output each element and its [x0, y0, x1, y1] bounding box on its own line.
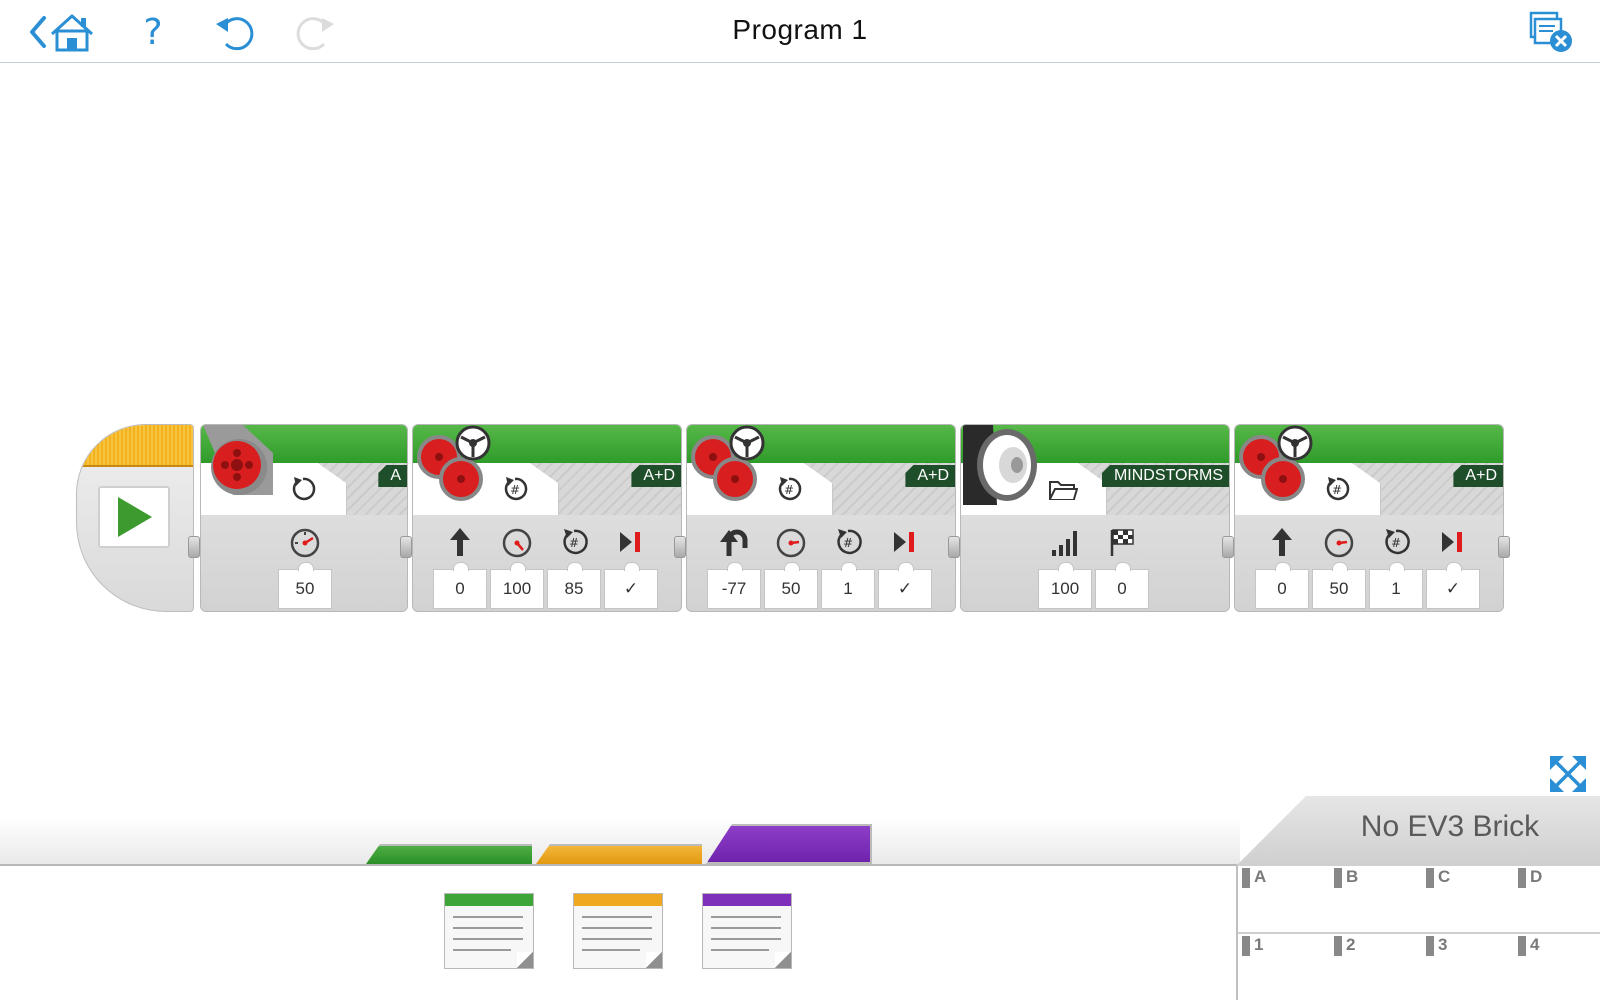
help-button[interactable]: ?: [136, 11, 170, 53]
steering-straight-icon: [443, 525, 477, 559]
steering-input[interactable]: 0: [433, 562, 487, 609]
start-play-button[interactable]: [98, 486, 170, 548]
start-block-header: [77, 425, 193, 467]
brake-icon: [887, 525, 921, 559]
action-tab[interactable]: [366, 844, 532, 864]
block-connector: [674, 536, 686, 558]
speaker-icon: [963, 425, 1037, 505]
speedometer-icon: [774, 525, 808, 559]
brick-status-label: No EV3 Brick: [1360, 810, 1540, 843]
rotations-count-icon: #: [831, 525, 865, 559]
block-connector: [188, 536, 200, 558]
flow-tab[interactable]: [536, 844, 702, 864]
port-label[interactable]: A+D: [631, 465, 681, 487]
medium-motor-block[interactable]: A 50: [200, 424, 408, 612]
play-type-flag-icon: [1105, 525, 1139, 559]
brake-toggle[interactable]: ✓: [878, 562, 932, 609]
param-icons: [201, 521, 407, 563]
block-header: # A+D: [413, 425, 681, 515]
back-home-button[interactable]: [28, 12, 98, 52]
steering-motors-icon: [417, 425, 491, 501]
svg-text:#: #: [1391, 536, 1401, 550]
volume-icon: [1048, 525, 1082, 559]
sensor-port-1[interactable]: 1: [1240, 936, 1263, 956]
speedometer-icon: [288, 525, 322, 559]
move-steering-block[interactable]: # A+D: [1234, 424, 1504, 612]
svg-text:#: #: [784, 483, 794, 497]
brake-icon: [613, 525, 647, 559]
speedometer-icon: [1322, 525, 1356, 559]
help-icon: ?: [143, 11, 163, 53]
block-header: A: [201, 425, 407, 515]
power-input[interactable]: 50: [278, 562, 332, 609]
param-values: 50: [201, 562, 407, 609]
close-project-icon: [1529, 11, 1572, 52]
power-input[interactable]: 50: [764, 562, 818, 609]
back-arrow-icon: [30, 14, 94, 52]
svg-text:#: #: [843, 536, 853, 550]
rotations-count-icon: #: [1379, 525, 1413, 559]
steering-input[interactable]: 0: [1255, 562, 1309, 609]
close-project-button[interactable]: [1526, 11, 1576, 52]
power-input[interactable]: 50: [1312, 562, 1366, 609]
svg-text:#: #: [1332, 483, 1342, 497]
block-connector: [400, 536, 412, 558]
move-steering-block[interactable]: # A+D: [412, 424, 682, 612]
variable-block-green[interactable]: [444, 893, 534, 969]
palette-tab-strip: [0, 818, 1240, 866]
block-connector: [948, 536, 960, 558]
steering-motors-icon: [1239, 425, 1313, 501]
motor-port-d[interactable]: D: [1516, 868, 1542, 888]
svg-text:#: #: [569, 536, 579, 550]
rotations-count-icon: #: [557, 525, 591, 559]
sensor-port-3[interactable]: 3: [1424, 936, 1447, 956]
port-label[interactable]: A+D: [1453, 465, 1503, 487]
variable-block-orange[interactable]: [573, 893, 663, 969]
app-window: ? Program 1 A 50 # A+D # 0 100 85 ✓ # A+…: [0, 0, 1600, 1000]
speedometer-icon: [500, 525, 534, 559]
program-title: Program 1: [732, 14, 868, 45]
brake-toggle[interactable]: ✓: [1426, 562, 1480, 609]
start-block[interactable]: [76, 424, 194, 612]
sound-file-label[interactable]: MINDSTORMS: [1101, 465, 1229, 487]
block-connector: [1498, 536, 1510, 558]
port-label[interactable]: A+D: [905, 465, 955, 487]
motor-port-b[interactable]: B: [1332, 868, 1358, 888]
play-type-input[interactable]: 0: [1095, 562, 1149, 609]
medium-motor-icon: [203, 425, 273, 495]
volume-input[interactable]: 100: [1038, 562, 1092, 609]
redo-icon: [296, 17, 334, 51]
brake-toggle[interactable]: ✓: [604, 562, 658, 609]
play-icon: [118, 497, 152, 537]
top-bar: ? Program 1: [0, 0, 1600, 63]
redo-button[interactable]: [290, 12, 340, 52]
palette-area: [0, 866, 1236, 1000]
motor-port-a[interactable]: A: [1240, 868, 1266, 888]
undo-button[interactable]: [210, 12, 260, 52]
brake-icon: [1435, 525, 1469, 559]
port-view-panel: A B C D 1 2 3 4: [1236, 866, 1600, 1000]
expand-button[interactable]: [1548, 754, 1588, 794]
steering-turn-icon: [717, 525, 751, 559]
program-canvas[interactable]: A 50 # A+D # 0 100 85 ✓ # A+D # -77 50 1…: [0, 64, 1600, 804]
steering-input[interactable]: -77: [707, 562, 761, 609]
rotations-input[interactable]: 85: [547, 562, 601, 609]
expand-icon: [1550, 756, 1586, 792]
move-steering-block[interactable]: # A+D: [686, 424, 956, 612]
data-tab[interactable]: [706, 824, 872, 864]
svg-text:#: #: [510, 483, 520, 497]
sensor-port-2[interactable]: 2: [1332, 936, 1355, 956]
rotations-input[interactable]: 1: [821, 562, 875, 609]
block-connector: [1222, 536, 1234, 558]
steering-motors-icon: [691, 425, 765, 501]
home-icon: [50, 14, 94, 52]
sensor-port-4[interactable]: 4: [1516, 936, 1539, 956]
undo-icon: [216, 17, 254, 51]
motor-port-c[interactable]: C: [1424, 868, 1450, 888]
power-input[interactable]: 100: [490, 562, 544, 609]
steering-straight-icon: [1265, 525, 1299, 559]
sound-block[interactable]: MINDSTORMS 100 0: [960, 424, 1230, 612]
variable-block-purple[interactable]: [702, 893, 792, 969]
rotations-input[interactable]: 1: [1369, 562, 1423, 609]
